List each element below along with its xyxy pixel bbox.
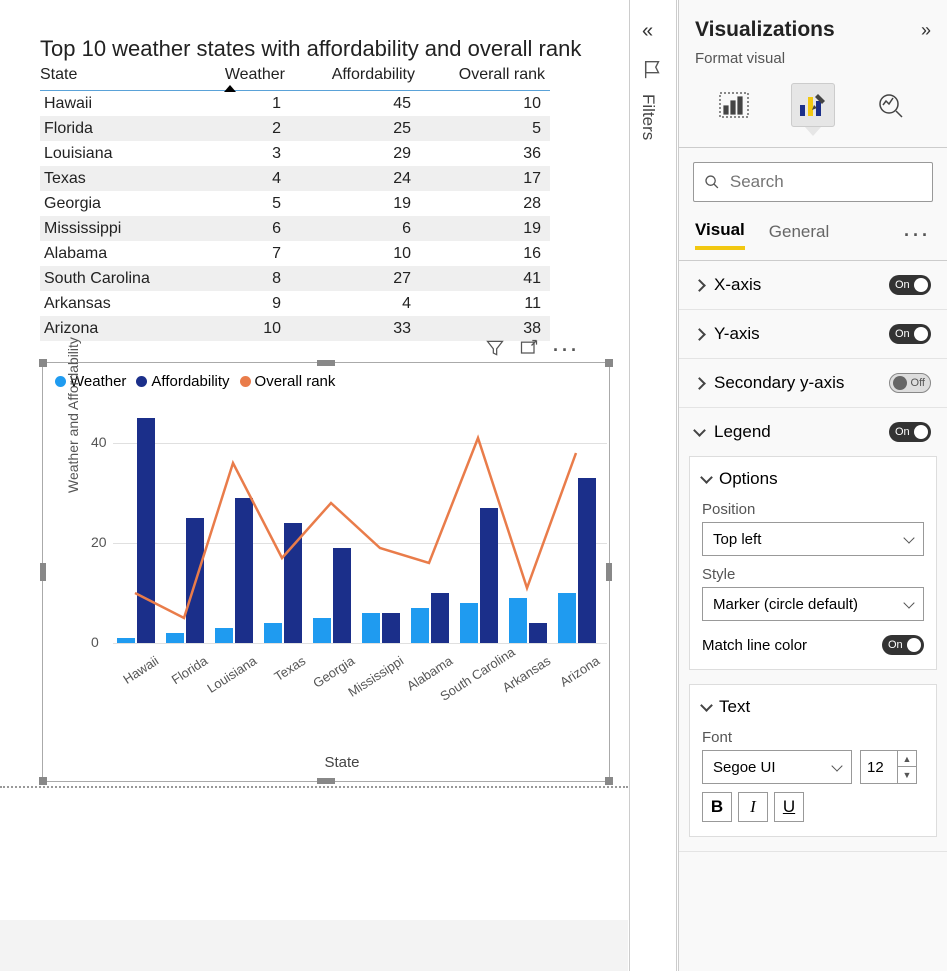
filters-pane-collapsed[interactable]: « Filters: [629, 0, 677, 971]
table-row[interactable]: Mississippi6619: [40, 216, 550, 241]
search-icon: [704, 173, 720, 191]
position-label: Position: [702, 501, 924, 518]
resize-handle[interactable]: [39, 777, 47, 785]
chevron-right-icon: [693, 377, 706, 390]
legend-options-card: Options Position Top left Style Marker (…: [689, 456, 937, 670]
section-y-axis[interactable]: Y-axis On: [679, 310, 947, 358]
table-row[interactable]: Arizona103338: [40, 316, 550, 341]
format-visual-icon[interactable]: [791, 83, 835, 127]
data-table: State Weather Affordability Overall rank…: [40, 66, 550, 341]
table-row[interactable]: Arkansas9411: [40, 291, 550, 316]
table-row[interactable]: South Carolina82741: [40, 266, 550, 291]
col-header-affordability[interactable]: Affordability: [285, 66, 415, 84]
font-family-select[interactable]: Segoe UI: [702, 750, 852, 784]
sort-asc-icon: [224, 85, 236, 92]
table-row[interactable]: Louisiana32936: [40, 141, 550, 166]
chevron-left-double-icon[interactable]: «: [642, 20, 653, 43]
resize-handle[interactable]: [40, 563, 46, 581]
panel-subtitle: Format visual: [679, 50, 947, 77]
col-header-state[interactable]: State: [40, 66, 175, 84]
filter-icon[interactable]: [485, 338, 505, 363]
visual-title: Top 10 weather states with affordability…: [40, 36, 581, 62]
col-header-weather[interactable]: Weather: [175, 66, 285, 84]
resize-handle[interactable]: [605, 359, 613, 367]
toggle-y-axis[interactable]: On: [889, 324, 931, 344]
page-boundary: [0, 786, 628, 788]
chevron-down-icon[interactable]: ▼: [898, 767, 916, 783]
tab-more-icon[interactable]: ···: [904, 225, 931, 246]
analytics-icon[interactable]: [870, 83, 914, 127]
x-axis-label: State: [324, 754, 359, 771]
legend-options-header[interactable]: Options: [702, 469, 924, 489]
table-row[interactable]: Georgia51928: [40, 191, 550, 216]
match-line-color-label: Match line color: [702, 637, 807, 654]
resize-handle[interactable]: [39, 359, 47, 367]
chevron-down-icon: [693, 424, 706, 437]
tab-visual[interactable]: Visual: [695, 220, 745, 250]
underline-button[interactable]: U: [774, 792, 804, 822]
style-label: Style: [702, 566, 924, 583]
line-series: [113, 403, 607, 703]
italic-button[interactable]: I: [738, 792, 768, 822]
build-visual-icon[interactable]: [712, 83, 756, 127]
chevron-up-icon[interactable]: ▲: [898, 751, 916, 767]
font-label: Font: [702, 729, 924, 746]
more-options-icon[interactable]: ···: [553, 340, 580, 361]
table-row[interactable]: Hawaii14510: [40, 91, 550, 116]
section-legend[interactable]: Legend On: [679, 408, 947, 456]
table-row[interactable]: Texas42417: [40, 166, 550, 191]
plot-area: Weather and Affordability 02040HawaiiFlo…: [77, 403, 607, 783]
legend-text-header[interactable]: Text: [702, 697, 924, 717]
format-search-input[interactable]: [693, 162, 933, 202]
toggle-x-axis[interactable]: On: [889, 275, 931, 295]
panel-title: Visualizations: [695, 18, 835, 42]
chevron-down-icon: [700, 471, 713, 484]
font-size-spinner[interactable]: ▲ ▼: [898, 750, 917, 784]
chart-visual[interactable]: WeatherAffordabilityOverall rank Weather…: [42, 362, 610, 782]
toggle-match-line-color[interactable]: On: [882, 635, 924, 655]
chevron-right-double-icon[interactable]: »: [921, 20, 931, 41]
search-field[interactable]: [730, 172, 922, 192]
style-select[interactable]: Marker (circle default): [702, 587, 924, 621]
bold-button[interactable]: B: [702, 792, 732, 822]
canvas-background: [0, 920, 628, 971]
section-x-axis[interactable]: X-axis On: [679, 261, 947, 309]
chart-legend: WeatherAffordabilityOverall rank: [55, 373, 335, 390]
chevron-down-icon: [700, 699, 713, 712]
chevron-down-icon: [903, 532, 914, 543]
resize-handle[interactable]: [317, 360, 335, 366]
toggle-secondary-y-axis[interactable]: Off: [889, 373, 931, 393]
visualizations-panel: Visualizations » Format visual Visual Ge…: [678, 0, 947, 971]
font-size-input[interactable]: [860, 750, 898, 784]
section-secondary-y-axis[interactable]: Secondary y-axis Off: [679, 359, 947, 407]
table-row[interactable]: Florida2255: [40, 116, 550, 141]
chevron-right-icon: [693, 279, 706, 292]
bookmark-icon[interactable]: [642, 58, 664, 85]
chevron-down-icon: [831, 760, 842, 771]
chevron-right-icon: [693, 328, 706, 341]
legend-text-card: Text Font Segoe UI ▲ ▼ B I U: [689, 684, 937, 837]
y-axis-label: Weather and Affordability: [65, 337, 81, 493]
focus-mode-icon[interactable]: [519, 338, 539, 363]
col-header-overall-rank[interactable]: Overall rank: [415, 66, 545, 84]
position-select[interactable]: Top left: [702, 522, 924, 556]
toggle-legend[interactable]: On: [889, 422, 931, 442]
filters-pane-label: Filters: [638, 94, 658, 140]
chevron-down-icon: [903, 597, 914, 608]
table-row[interactable]: Alabama71016: [40, 241, 550, 266]
tab-general[interactable]: General: [769, 222, 829, 248]
